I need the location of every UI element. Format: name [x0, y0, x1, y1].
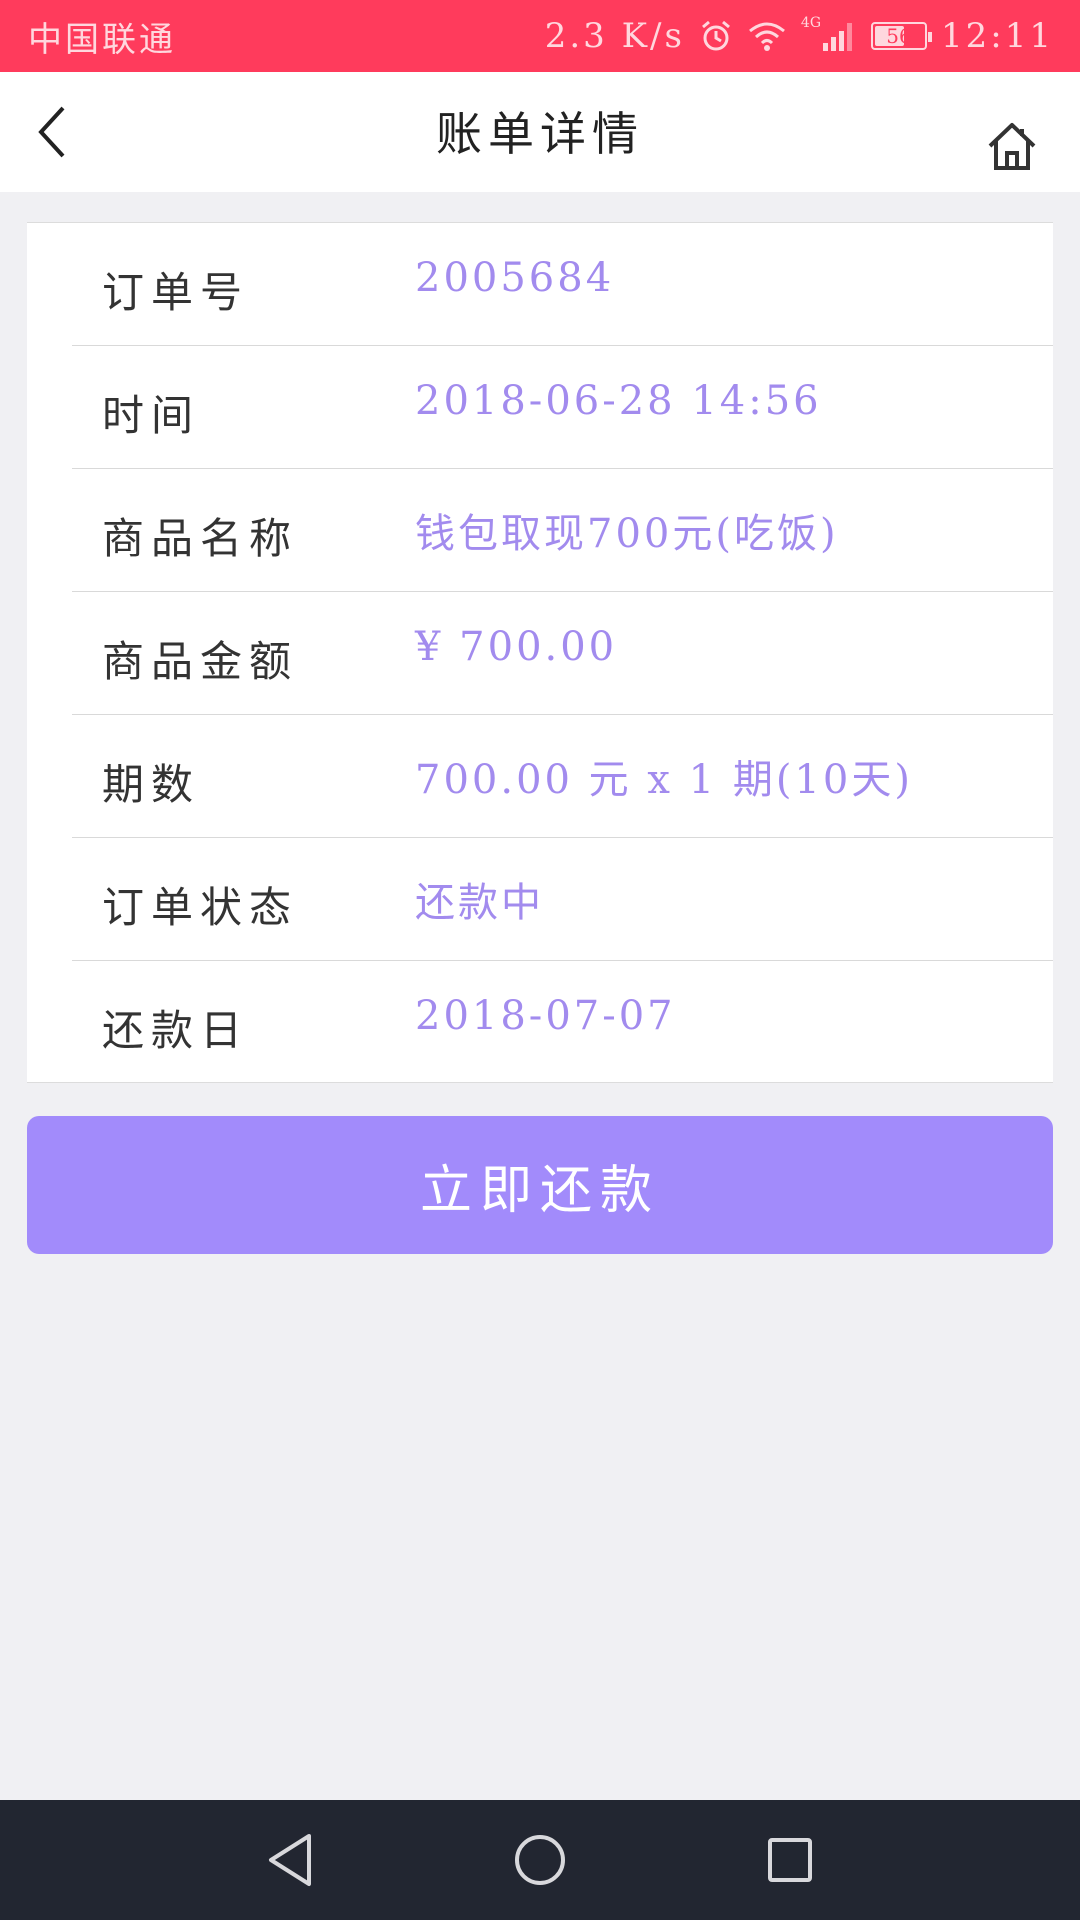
battery-level: 56 [886, 24, 912, 48]
home-circle-icon [515, 1835, 565, 1885]
home-button[interactable] [982, 116, 1042, 176]
detail-value: 2018-06-28 14:56 [415, 378, 822, 424]
back-triangle-icon [269, 1834, 311, 1886]
system-home-button[interactable] [510, 1830, 570, 1890]
detail-label: 还款日 [102, 1006, 250, 1055]
network-speed: 2.3 K/s [544, 16, 685, 56]
detail-label: 期数 [102, 760, 201, 809]
wifi-icon [747, 19, 787, 53]
detail-row-order-number: 订单号 2005684 [72, 223, 1053, 346]
battery-icon: 56 [871, 22, 933, 50]
detail-value: 还款中 [415, 880, 544, 926]
carrier-name: 中国联通 [28, 19, 176, 60]
home-icon [988, 123, 1036, 170]
detail-value: 钱包取现700元(吃饭) [415, 511, 839, 557]
detail-label: 订单状态 [102, 883, 299, 932]
navigation-bar: 账单详情 [0, 72, 1080, 192]
order-detail-card: 订单号 2005684 时间 2018-06-28 14:56 商品名称 钱包取… [27, 222, 1053, 1083]
detail-row-time: 时间 2018-06-28 14:56 [72, 346, 1053, 469]
detail-label: 商品金额 [102, 637, 299, 686]
signal-icon: 4G [801, 15, 857, 53]
status-bar: 中国联通 2.3 K/s 4G 56 12:11 [0, 0, 1080, 72]
repay-now-button[interactable]: 立即还款 [27, 1116, 1053, 1254]
detail-label: 时间 [102, 391, 201, 440]
alarm-icon [699, 19, 733, 53]
network-type: 4G [800, 15, 822, 31]
recents-square-icon [768, 1838, 812, 1882]
detail-value: 700.00 元 x 1 期(10天) [415, 757, 913, 803]
detail-label: 商品名称 [102, 514, 299, 563]
detail-value: ¥ 700.00 [415, 624, 618, 670]
system-back-button[interactable] [260, 1830, 320, 1890]
detail-value: 2005684 [415, 255, 615, 301]
detail-row-amount: 商品金额 ¥ 700.00 [72, 592, 1053, 715]
detail-value: 2018-07-07 [415, 993, 676, 1039]
system-navigation-bar [0, 1800, 1080, 1920]
detail-row-status: 订单状态 还款中 [72, 838, 1053, 961]
detail-row-product-name: 商品名称 钱包取现700元(吃饭) [72, 469, 1053, 592]
detail-row-installments: 期数 700.00 元 x 1 期(10天) [72, 715, 1053, 838]
system-recents-button[interactable] [760, 1830, 820, 1890]
detail-label: 订单号 [102, 268, 250, 317]
clock: 12:11 [941, 16, 1054, 56]
status-indicators: 2.3 K/s 4G 56 12:11 [544, 15, 1054, 56]
page-title: 账单详情 [436, 107, 644, 161]
detail-row-due-date: 还款日 2018-07-07 [72, 961, 1053, 1084]
